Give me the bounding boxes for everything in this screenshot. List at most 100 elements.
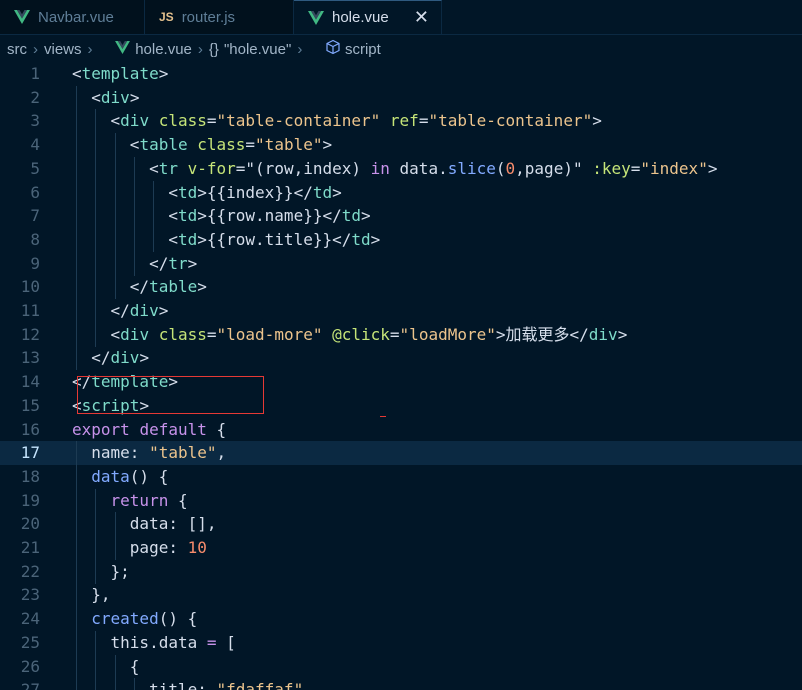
line-number: 4	[30, 135, 40, 155]
breadcrumb-views[interactable]: views	[44, 41, 82, 58]
code-line[interactable]: 8 <td>{{row.title}}</td>	[0, 227, 802, 252]
code-token: data	[91, 466, 130, 486]
code-token: <	[168, 182, 178, 202]
code-line[interactable]: 22 };	[0, 559, 802, 584]
code-text: <table class="table">	[72, 133, 332, 157]
code-text: </table>	[72, 275, 207, 299]
breadcrumb-section[interactable]: script	[345, 41, 381, 58]
code-line[interactable]: 25 this.data = [	[0, 630, 802, 655]
code-text: this.data = [	[72, 631, 236, 655]
chevron-right-icon: ›	[197, 40, 203, 58]
code-line[interactable]: 18 data() {	[0, 464, 802, 489]
code-line[interactable]: 16 export default {	[0, 418, 802, 442]
code-token: <	[168, 229, 178, 249]
code-token: </	[149, 253, 169, 273]
code-line[interactable]: 5 <tr v-for="(row,index) in data.slice(0…	[0, 156, 802, 181]
line-number: 11	[20, 301, 40, 320]
code-token: ,page)"	[515, 158, 593, 178]
code-line[interactable]: 7 <td>{{row.name}}</td>	[0, 204, 802, 229]
code-token: <	[110, 111, 121, 131]
code-token: class	[158, 324, 207, 344]
code-token: in	[370, 158, 390, 178]
chevron-right-icon: ›	[87, 40, 93, 58]
code-token: <	[149, 158, 159, 178]
code-token: "load-more"	[216, 324, 333, 344]
code-token: >{{row.title}}</	[197, 229, 352, 249]
code-token: 0	[505, 158, 516, 178]
line-number: 13	[20, 348, 40, 368]
code-text: data: [],	[72, 512, 217, 536]
code-token: "index"	[640, 158, 708, 178]
code-token: };	[110, 561, 130, 581]
code-token: </	[91, 348, 111, 368]
code-token: slice	[447, 158, 496, 178]
highlight-box	[77, 376, 264, 414]
line-number: 22	[20, 561, 40, 581]
code-token: title:	[149, 680, 217, 690]
close-icon[interactable]: ✕	[414, 7, 429, 28]
braces-icon: {}	[208, 40, 219, 58]
line-number: 6	[30, 182, 40, 202]
code-line[interactable]: 6 <td>{{index}}</td>	[0, 180, 802, 205]
code-line[interactable]: 24 created() {	[0, 607, 802, 632]
code-line[interactable]: 26 {	[0, 654, 802, 679]
code-token: data.	[389, 158, 448, 178]
code-token: <	[91, 87, 101, 107]
code-text: export default {	[72, 418, 226, 442]
line-number: 8	[30, 229, 40, 249]
code-token: >	[197, 277, 207, 297]
code-token: <	[72, 64, 82, 83]
code-text: return {	[72, 489, 188, 513]
code-text: <div>	[72, 86, 139, 110]
code-line[interactable]: 13 </div>	[0, 346, 802, 371]
code-text: </div>	[72, 346, 149, 370]
line-number: 18	[20, 466, 40, 486]
code-text: };	[72, 560, 130, 584]
code-line[interactable]: 23 },	[0, 583, 802, 608]
code-line[interactable]: 19 return {	[0, 488, 802, 513]
code-token: "table-container"	[216, 111, 390, 131]
code-token: >	[361, 206, 371, 226]
code-line[interactable]: 17 name: "table",	[0, 441, 802, 466]
code-token: >	[158, 301, 169, 320]
breadcrumb-file[interactable]: hole.vue	[135, 41, 192, 58]
code-line[interactable]: 10 </table>	[0, 275, 802, 300]
code-line[interactable]: 2 <div>	[0, 85, 802, 110]
code-token: this.data	[110, 632, 207, 652]
code-line[interactable]: 12 <div class="load-more" @click="loadMo…	[0, 322, 802, 347]
breadcrumb-src[interactable]: src	[7, 41, 27, 58]
code-token: >加载更多</	[495, 324, 589, 344]
code-line[interactable]: 3 <div class="table-container" ref="tabl…	[0, 109, 802, 134]
code-token: page:	[129, 538, 188, 557]
code-token: >	[592, 111, 602, 131]
code-token: div	[120, 111, 159, 131]
code-token: created	[91, 609, 159, 629]
code-line[interactable]: 11 </div>	[0, 299, 802, 323]
code-text: <div class="table-container" ref="table-…	[72, 109, 602, 133]
code-text: },	[72, 583, 111, 607]
code-line[interactable]: 21 page: 10	[0, 536, 802, 560]
code-token: >	[370, 229, 381, 249]
code-token: >	[332, 182, 342, 202]
code-line[interactable]: 4 <table class="table">	[0, 133, 802, 158]
code-token: v-for	[187, 158, 236, 178]
code-line[interactable]: 20 data: [],	[0, 512, 802, 537]
code-line[interactable]: 9 </tr>	[0, 251, 802, 276]
breadcrumb-object[interactable]: "hole.vue"	[224, 41, 291, 58]
code-line[interactable]: 1 <template>	[0, 62, 802, 86]
tab-label: router.js	[181, 8, 236, 26]
code-token: ref	[389, 111, 419, 131]
code-token: class	[197, 135, 246, 155]
code-line[interactable]: 27 title: "fdaffaf",	[0, 678, 802, 690]
code-token: >	[617, 324, 628, 344]
code-token: >	[322, 135, 333, 155]
code-token: },	[91, 585, 111, 605]
code-token: "fdaffaf",	[216, 680, 313, 690]
chevron-right-icon: ›	[297, 40, 303, 58]
tab-router-js[interactable]: JS router.js	[145, 0, 294, 34]
code-token: "table"	[255, 135, 323, 155]
code-token: >	[158, 64, 169, 83]
code-text: name: "table",	[72, 441, 226, 465]
chevron-right-icon: ›	[33, 40, 38, 58]
code-text: <td>{{index}}</td>	[72, 181, 342, 205]
